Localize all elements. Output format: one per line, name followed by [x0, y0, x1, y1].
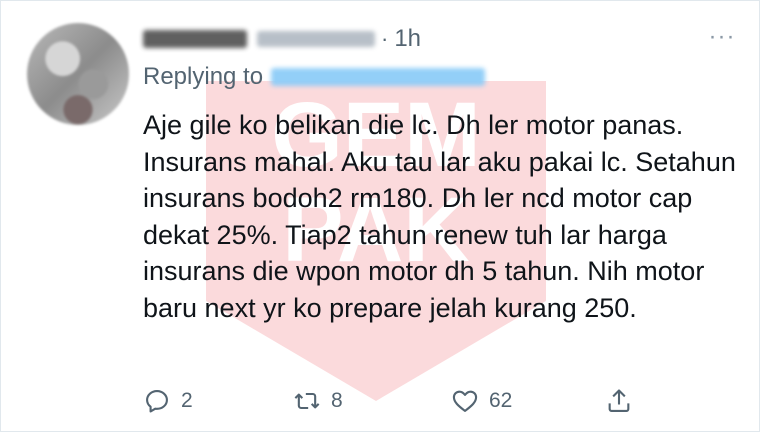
like-count: 62 [489, 389, 513, 412]
replied-user-mention-blurred[interactable] [271, 68, 486, 86]
tweet-header: · 1h [143, 23, 421, 55]
tweet-card[interactable]: GEM PAK · 1h ··· Replying to Aje gile ko… [0, 0, 760, 432]
share-upload-icon [608, 389, 630, 412]
retweet-button[interactable]: 8 [293, 383, 343, 419]
tweet-actions-bar: 2 8 62 [143, 383, 643, 419]
separator-dot: · [381, 26, 389, 51]
more-options-icon[interactable]: ··· [704, 25, 740, 51]
reply-count: 2 [181, 389, 193, 412]
username-blurred[interactable] [257, 31, 375, 47]
reply-bubble-icon [146, 390, 168, 413]
replying-to-label: Replying to [143, 63, 264, 90]
heart-icon [452, 390, 478, 412]
avatar[interactable] [27, 23, 129, 125]
tweet-time[interactable]: 1h [394, 25, 421, 53]
retweet-count: 8 [331, 389, 343, 412]
like-button[interactable]: 62 [451, 383, 512, 419]
retweet-icon [294, 392, 320, 410]
reply-button[interactable]: 2 [143, 383, 193, 419]
share-button[interactable] [605, 383, 633, 419]
replying-to-line: Replying to [143, 61, 486, 93]
display-name-blurred[interactable] [143, 30, 247, 48]
tweet-text: Aje gile ko belikan die lc. Dh ler motor… [143, 110, 736, 323]
